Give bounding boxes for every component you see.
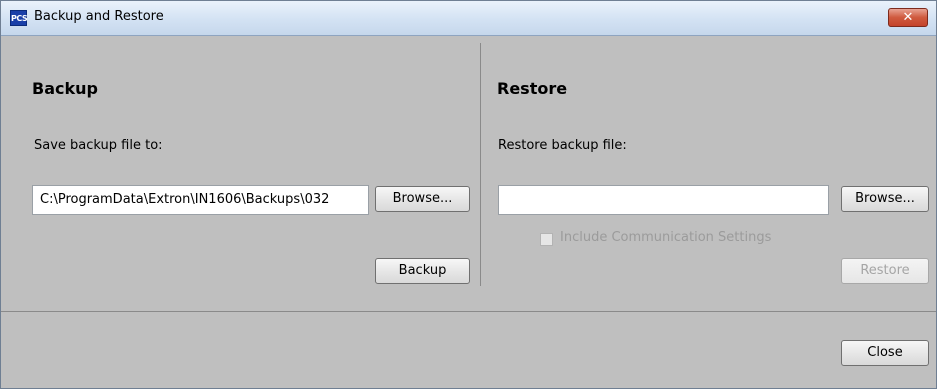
restore-backup-label: Restore backup file: — [498, 138, 627, 153]
backup-path-field[interactable]: C:\ProgramData\Extron\IN1606\Backups\032 — [32, 185, 369, 215]
backup-browse-button[interactable]: Browse... — [375, 186, 470, 212]
restore-heading: Restore — [497, 79, 568, 98]
backup-button[interactable]: Backup — [375, 258, 470, 284]
include-communication-settings-label: Include Communication Settings — [560, 230, 772, 245]
pane-divider — [480, 43, 481, 286]
backup-restore-dialog: PCS Backup and Restore ✕ Backup Save bac… — [0, 0, 937, 389]
footer-separator — [1, 311, 936, 312]
app-icon: PCS — [10, 10, 28, 26]
include-communication-settings-checkbox[interactable] — [540, 233, 553, 246]
restore-browse-button[interactable]: Browse... — [841, 186, 929, 212]
close-window-button[interactable]: ✕ — [888, 8, 928, 27]
save-backup-label: Save backup file to: — [34, 138, 163, 153]
window-title: Backup and Restore — [34, 9, 164, 24]
close-button[interactable]: Close — [841, 340, 929, 366]
restore-path-field[interactable] — [498, 185, 829, 215]
backup-heading: Backup — [32, 79, 98, 98]
title-bar[interactable]: PCS Backup and Restore ✕ — [1, 1, 936, 36]
restore-button[interactable]: Restore — [841, 258, 929, 284]
